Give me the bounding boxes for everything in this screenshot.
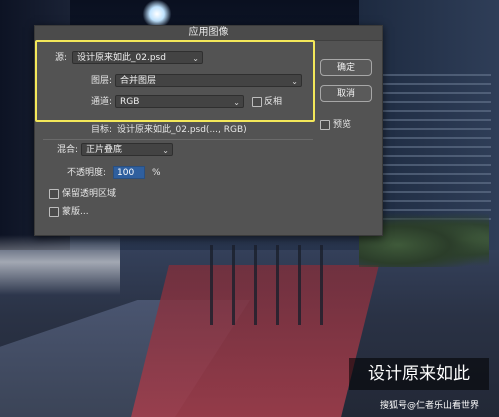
street-lamp: [142, 0, 172, 28]
target-value: 设计原来如此_02.psd(..., RGB): [117, 125, 247, 135]
target-label: 目标:: [91, 125, 113, 135]
mask-checkbox[interactable]: [49, 207, 59, 217]
channel-label: 通道:: [91, 97, 113, 107]
invert-checkbox[interactable]: [252, 97, 262, 107]
channel-value: RGB: [120, 97, 140, 107]
mask-label: 蒙版...: [62, 207, 89, 217]
preserve-transparency-checkbox[interactable]: [49, 189, 59, 199]
channel-select[interactable]: RGB ⌄: [115, 95, 244, 108]
source-value: 设计原来如此_02.psd: [77, 53, 166, 63]
source-label: 源:: [55, 53, 68, 63]
blending-select[interactable]: 正片叠底 ⌄: [81, 143, 173, 156]
opacity-input[interactable]: 100: [113, 166, 145, 179]
cancel-button[interactable]: 取消: [320, 85, 372, 102]
preserve-transparency-label: 保留透明区域: [62, 189, 117, 199]
invert-label: 反相: [264, 97, 283, 107]
opacity-label: 不透明度:: [67, 168, 107, 178]
layer-select[interactable]: 合并图层 ⌄: [115, 74, 302, 87]
apply-image-dialog: 应用图像 源: 设计原来如此_02.psd ⌄ 图层: 合并图层 ⌄ 通道: R…: [34, 25, 383, 236]
dialog-title: 应用图像: [35, 26, 382, 41]
source-select[interactable]: 设计原来如此_02.psd ⌄: [72, 51, 203, 64]
chevron-down-icon: ⌄: [162, 146, 169, 155]
ok-button[interactable]: 确定: [320, 59, 372, 76]
blending-value: 正片叠底: [86, 145, 123, 155]
blending-label: 混合:: [57, 145, 79, 155]
light-trails: [0, 235, 120, 295]
chevron-down-icon: ⌄: [233, 98, 240, 107]
layer-value: 合并图层: [120, 76, 157, 86]
layer-label: 图层:: [91, 76, 113, 86]
source-credit: 搜狐号@仁者乐山看世界: [380, 401, 480, 411]
chevron-down-icon: ⌄: [192, 54, 199, 63]
opacity-unit: %: [152, 168, 161, 178]
overlay-title: 设计原来如此: [349, 358, 489, 390]
preview-checkbox[interactable]: [320, 120, 330, 130]
preview-label: 预览: [333, 120, 352, 130]
chevron-down-icon: ⌄: [291, 77, 298, 86]
divider: [43, 139, 313, 140]
guard-rail: [210, 245, 340, 325]
